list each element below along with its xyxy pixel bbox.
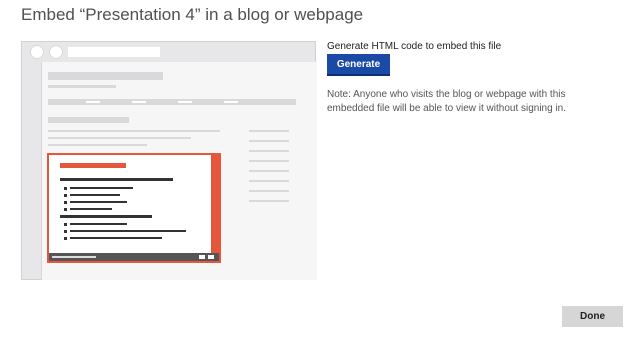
nav-icon xyxy=(199,255,205,259)
bullet-icon xyxy=(64,187,67,190)
slide-side-bar xyxy=(211,155,219,261)
address-bar xyxy=(68,47,160,57)
mock-text-line xyxy=(48,137,191,139)
mock-side-line xyxy=(249,180,289,182)
slide-line xyxy=(60,215,152,218)
generate-button[interactable]: Generate xyxy=(327,54,390,76)
slide-line xyxy=(70,230,186,232)
bullet-icon xyxy=(64,201,67,204)
mock-heading xyxy=(48,72,163,80)
slide-line xyxy=(70,208,112,210)
mock-text-line xyxy=(48,144,147,146)
bullet-icon xyxy=(64,223,67,226)
generate-label: Generate HTML code to embed this file xyxy=(327,41,502,52)
browser-dot-icon xyxy=(49,45,63,59)
browser-dot-icon xyxy=(30,45,44,59)
slide-line xyxy=(60,178,173,181)
embed-preview-illustration xyxy=(21,41,317,280)
mock-side-line xyxy=(249,160,289,162)
mock-section-heading xyxy=(48,117,129,123)
mock-text-line xyxy=(48,130,220,132)
done-button[interactable]: Done xyxy=(562,306,623,327)
nav-icon xyxy=(208,255,214,259)
mock-side-line xyxy=(249,140,289,142)
slide-footer-bar xyxy=(49,253,219,261)
mock-side-line xyxy=(249,150,289,152)
privacy-note: Note: Anyone who visits the blog or webp… xyxy=(327,89,567,114)
mock-side-line xyxy=(249,200,289,202)
dialog-title: Embed “Presentation 4” in a blog or webp… xyxy=(21,5,364,24)
browser-bar xyxy=(22,42,315,62)
bullet-icon xyxy=(64,208,67,211)
bullet-icon xyxy=(64,194,67,197)
mock-side-line xyxy=(249,170,289,172)
bullet-icon xyxy=(64,230,67,233)
slide-line xyxy=(70,223,127,225)
mock-side-line xyxy=(249,190,289,192)
embedded-slide-preview xyxy=(47,153,221,263)
slide-line xyxy=(70,194,120,196)
mock-side-line xyxy=(249,130,289,132)
mock-nav xyxy=(48,99,296,105)
bullet-icon xyxy=(64,237,67,240)
slide-title-bar xyxy=(60,163,126,168)
slide-line xyxy=(70,237,162,239)
slide-line xyxy=(70,201,127,203)
slide-line xyxy=(70,187,133,189)
mock-subheading xyxy=(48,85,116,88)
